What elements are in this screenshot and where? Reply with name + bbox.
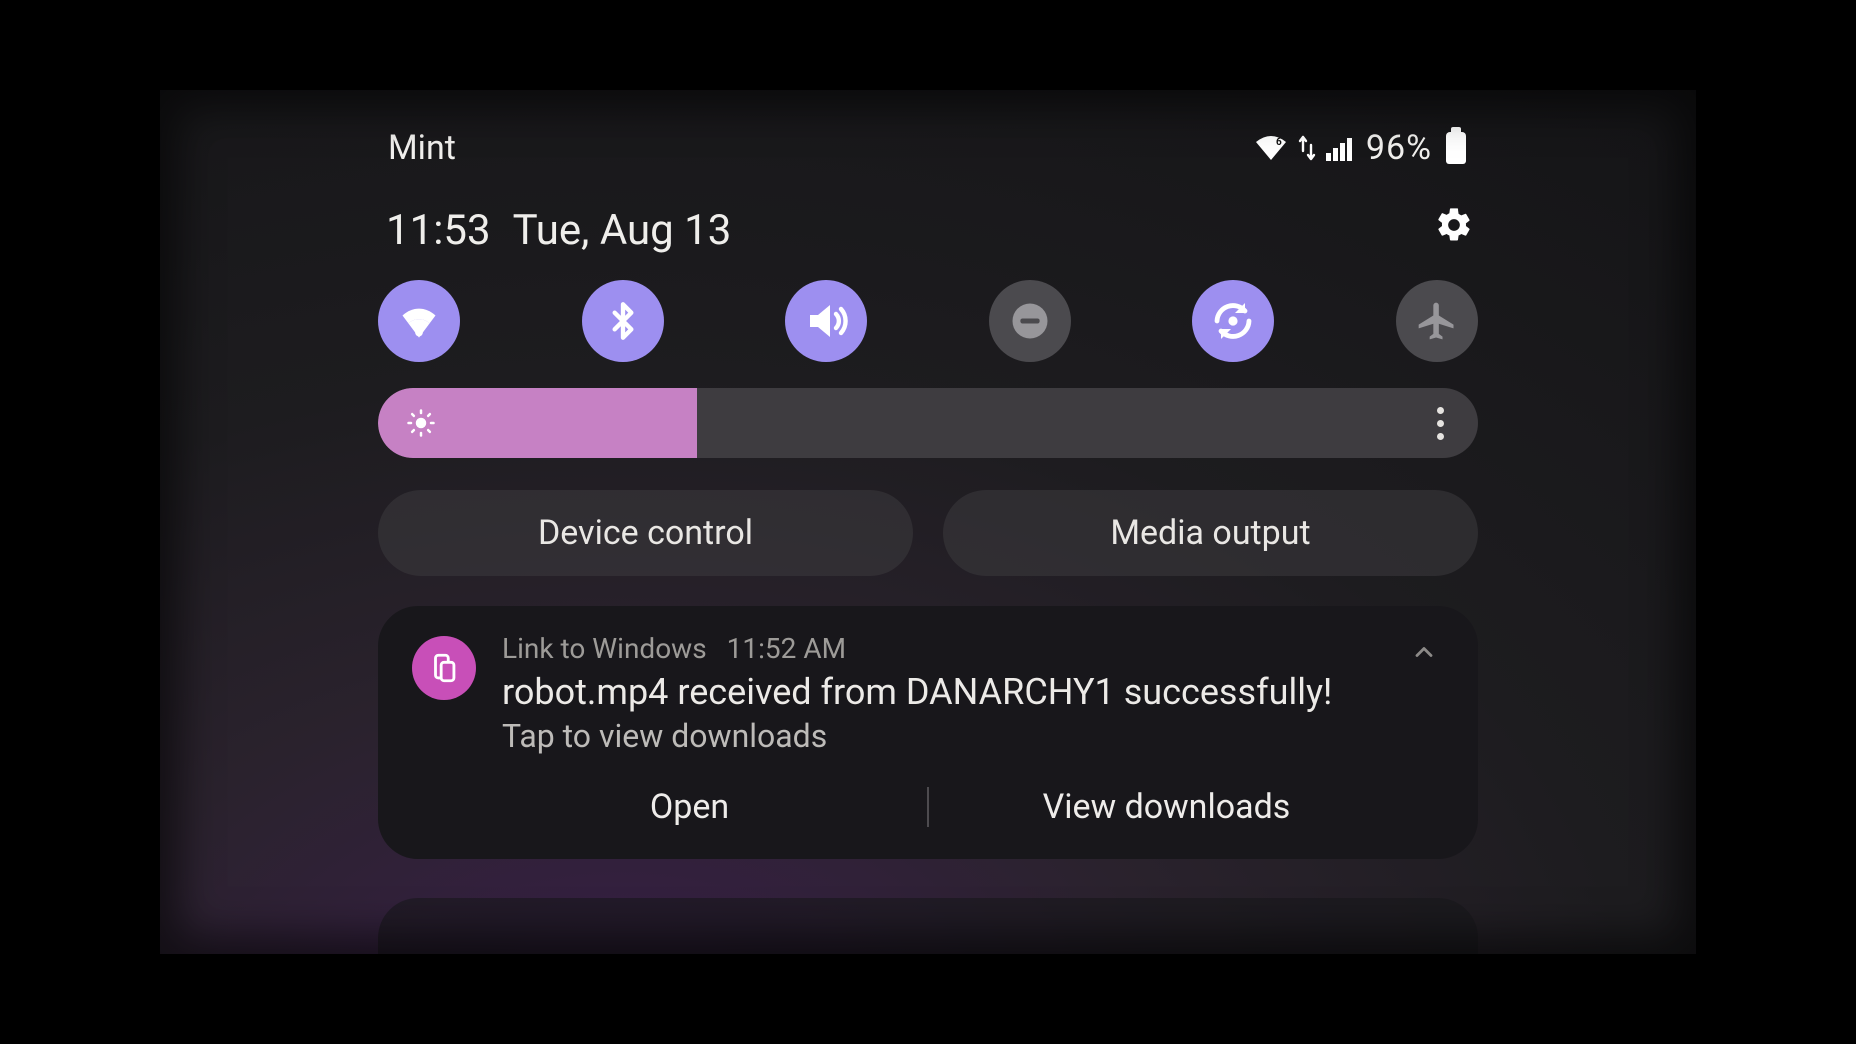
notification-timestamp: 11:52 AM	[727, 632, 846, 665]
clock-date[interactable]: Tue, Aug 13	[513, 206, 732, 255]
status-bar: Mint 6 96%	[160, 128, 1696, 168]
notification-action-view-downloads-label: View downloads	[1043, 787, 1291, 827]
data-arrows-icon	[1298, 135, 1316, 161]
wifi-icon	[397, 299, 441, 343]
settings-button[interactable]	[1432, 209, 1476, 253]
collapse-notification-button[interactable]	[1404, 632, 1444, 676]
brightness-slider[interactable]	[378, 388, 1478, 458]
svg-text:6: 6	[1276, 137, 1282, 148]
notification-app-icon	[412, 636, 476, 700]
toggle-auto-rotate[interactable]	[1192, 280, 1274, 362]
toggle-bluetooth[interactable]	[582, 280, 664, 362]
quick-toggles	[378, 280, 1478, 362]
notification-action-view-downloads[interactable]: View downloads	[929, 779, 1404, 835]
media-output-button[interactable]: Media output	[943, 490, 1478, 576]
notification-action-open[interactable]: Open	[452, 779, 927, 835]
chevron-up-icon	[1410, 651, 1438, 670]
notification-action-open-label: Open	[650, 787, 729, 827]
cellular-signal-icon	[1326, 135, 1356, 161]
bluetooth-icon	[603, 297, 643, 345]
media-output-label: Media output	[1110, 513, 1310, 553]
brightness-more-button[interactable]	[1427, 388, 1454, 458]
brightness-icon	[406, 408, 436, 438]
rotate-icon	[1209, 297, 1257, 345]
toggle-airplane[interactable]	[1396, 280, 1478, 362]
battery-icon	[1446, 132, 1466, 164]
dnd-icon	[1009, 300, 1051, 342]
date-row: 11:53 Tue, Aug 13	[160, 206, 1696, 255]
notification-app-name: Link to Windows	[502, 632, 707, 665]
toggle-dnd[interactable]	[989, 280, 1071, 362]
carrier-label: Mint	[388, 128, 456, 168]
notification-subtitle: Tap to view downloads	[502, 717, 1378, 755]
next-notification-hint	[378, 898, 1478, 954]
clock-time[interactable]: 11:53	[386, 206, 491, 255]
notification-card[interactable]: Link to Windows 11:52 AM robot.mp4 recei…	[378, 606, 1478, 859]
device-control-button[interactable]: Device control	[378, 490, 913, 576]
speaker-icon	[802, 297, 850, 345]
gear-icon	[1434, 205, 1474, 256]
notification-title: robot.mp4 received from DANARCHY1 succes…	[502, 671, 1378, 713]
toggle-wifi[interactable]	[378, 280, 460, 362]
device-control-label: Device control	[538, 513, 753, 553]
toggle-sound[interactable]	[785, 280, 867, 362]
wifi-status-icon: 6	[1254, 135, 1288, 161]
battery-percent: 96%	[1366, 128, 1432, 168]
airplane-icon	[1415, 299, 1459, 343]
status-icons: 6 96%	[1254, 128, 1466, 168]
